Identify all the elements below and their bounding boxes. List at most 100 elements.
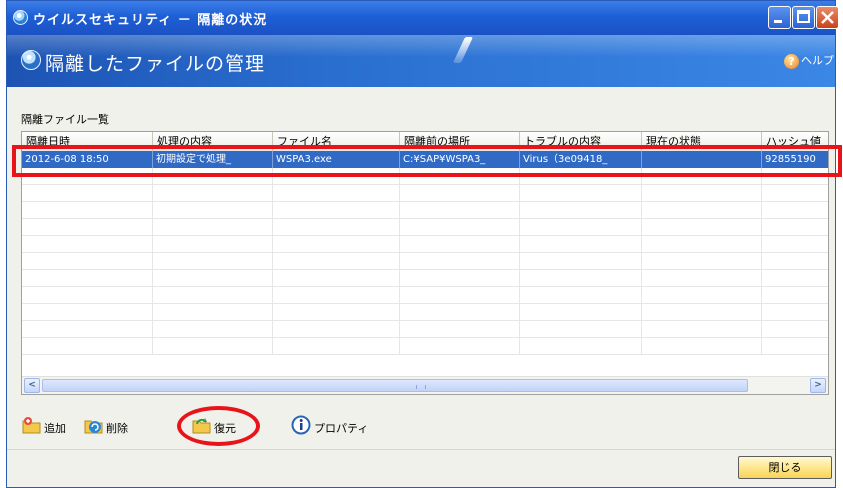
table-cell [520,185,642,202]
app-shield-icon [13,10,28,25]
table-cell [520,270,642,287]
table-cell [22,304,153,321]
table-cell [273,253,400,270]
empty-row [22,202,828,219]
table-cell [153,338,273,355]
delete-button[interactable]: 削除 [83,415,153,439]
empty-row [22,219,828,236]
page-header: 隔離したファイルの管理 ? ヘルプ [7,35,835,87]
scroll-right-button[interactable]: > [810,378,826,393]
table-cell [273,270,400,287]
table-cell [762,219,828,236]
maximize-button[interactable] [792,6,815,29]
table-cell [762,236,828,253]
empty-row [22,236,828,253]
quarantine-icon [21,50,41,70]
add-label: 追加 [44,422,66,435]
table-cell [762,321,828,338]
properties-button[interactable]: プロパティ [291,415,381,439]
table-cell [762,304,828,321]
table-cell [642,338,762,355]
table-cell [400,270,520,287]
scrollbar-thumb[interactable] [42,379,748,392]
table-cell [520,321,642,338]
table-cell [273,219,400,236]
table-cell [22,185,153,202]
scroll-right-icon: > [814,380,822,390]
add-button[interactable]: 追加 [21,415,81,439]
help-label: ヘルプ [801,54,834,67]
table-cell [642,219,762,236]
table-cell [642,202,762,219]
minimize-button[interactable] [768,6,791,29]
table-cell [273,185,400,202]
empty-row [22,321,828,338]
table-cell [520,253,642,270]
folder-delete-icon [84,420,103,434]
help-link[interactable]: ? ヘルプ [784,52,834,69]
info-icon [291,415,311,435]
table-cell [400,219,520,236]
table-cell [520,287,642,304]
table-cell [642,270,762,287]
table-cell [642,185,762,202]
horizontal-scrollbar[interactable]: < > [22,376,828,394]
window-title: ウイルスセキュリティ － 隔離の状況 [33,13,268,28]
table-cell [642,253,762,270]
table-cell [400,253,520,270]
table-cell [22,253,153,270]
scroll-left-icon: < [28,380,36,390]
table-cell [153,287,273,304]
scroll-left-button[interactable]: < [24,378,40,393]
selected-row-annotation [12,145,842,177]
table-cell [762,253,828,270]
table-cell [762,270,828,287]
table-cell [400,321,520,338]
table-cell [22,236,153,253]
properties-label: プロパティ [314,422,369,435]
empty-row [22,185,828,202]
table-cell [153,236,273,253]
quarantine-list-label: 隔離ファイル一覧 [21,113,109,126]
table-cell [642,287,762,304]
table-cell [273,236,400,253]
title-bar[interactable]: ウイルスセキュリティ － 隔離の状況 [7,1,839,35]
table-cell [762,202,828,219]
table-cell [762,338,828,355]
table-cell [273,321,400,338]
table-cell [22,321,153,338]
restore-button-annotation [177,406,260,446]
delete-label: 削除 [106,422,128,435]
table-cell [520,202,642,219]
table-cell [22,270,153,287]
table-cell [273,304,400,321]
table-cell [642,236,762,253]
table-cell [153,270,273,287]
table-cell [400,304,520,321]
table-cell [520,338,642,355]
table-cell [153,202,273,219]
table-cell [153,219,273,236]
footer-divider [7,449,835,450]
folder-add-icon [22,417,41,434]
empty-row [22,287,828,304]
table-cell [400,185,520,202]
table-cell [520,304,642,321]
table-cell [22,219,153,236]
table-cell [520,219,642,236]
table-cell [642,304,762,321]
table-cell [22,202,153,219]
close-icon [821,11,834,24]
table-cell [400,236,520,253]
table-cell [153,304,273,321]
scrollbar-grip [416,385,426,389]
table-cell [762,185,828,202]
table-cell [153,185,273,202]
page-title: 隔離したファイルの管理 [45,53,266,75]
close-window-button[interactable] [816,6,839,29]
close-button[interactable]: 閉じる [738,456,832,479]
table-cell [273,338,400,355]
empty-row [22,304,828,321]
table-cell [400,202,520,219]
minimize-icon [774,20,782,23]
